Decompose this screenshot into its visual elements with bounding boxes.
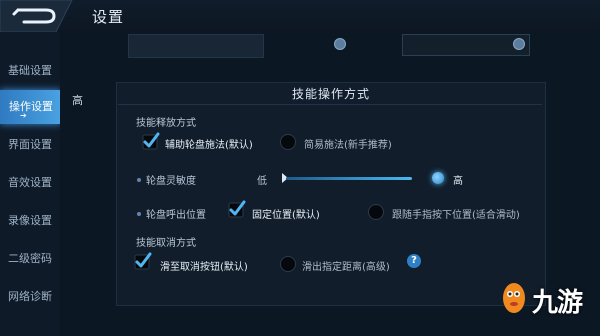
previous-option-panel [128,34,264,58]
sidebar-item-audio[interactable]: 音效设置 [0,166,60,200]
sidebar-item-replay[interactable]: 录像设置 [0,204,60,238]
checkbox-slide-cancel[interactable] [134,252,152,270]
checkbox-assist-wheel[interactable] [142,132,160,150]
cancel-mode-label: 技能取消方式 [136,238,196,249]
option-follow-finger[interactable]: 跟随手指按下位置(适合滑动) [392,206,520,221]
sensitivity-low-label: 低 [257,176,267,187]
info-dot-icon[interactable] [513,38,525,50]
bullet-icon [137,212,141,216]
sidebar-item-controls[interactable]: 操作设置 ➔ [0,90,62,124]
back-button[interactable] [0,0,78,32]
sensitivity-label: 轮盘灵敏度 [146,176,196,187]
radio-simple-cast[interactable] [280,134,296,150]
option-simple-cast[interactable]: 简易施法(新手推荐) [304,136,392,151]
option-assist-wheel[interactable]: 辅助轮盘施法(默认) [165,136,253,151]
previous-option-panel-right [402,34,530,56]
top-bar: 设置 [0,0,600,33]
logo-text: 九游 [532,288,583,318]
divider [118,104,542,105]
sidebar-item-label: 操作设置 [9,100,53,113]
help-icon[interactable]: ? [407,254,421,268]
release-mode-label: 技能释放方式 [136,118,196,129]
bullet-icon [137,178,141,182]
option-slide-distance[interactable]: 滑出指定距离(高级) [302,258,390,273]
sidebar-item-password[interactable]: 二级密码 [0,242,60,276]
info-dot-icon[interactable] [334,38,346,50]
option-slide-cancel[interactable]: 滑至取消按钮(默认) [160,258,248,273]
side-value-label: 高 [72,94,83,107]
radio-follow-finger[interactable] [368,204,384,220]
sensitivity-high-label: 高 [453,176,463,187]
cursor-icon: ➔ [20,111,27,120]
radio-slide-distance[interactable] [280,256,296,272]
panel-title: 技能操作方式 [291,87,370,101]
page-title: 设置 [92,8,125,26]
checkbox-fixed-position[interactable] [228,200,246,218]
sidebar: 基础设置 操作设置 ➔ 界面设置 音效设置 录像设置 二级密码 网络诊断 [0,32,62,336]
sensitivity-slider-track[interactable] [286,177,412,180]
sidebar-item-interface[interactable]: 界面设置 [0,128,60,162]
sensitivity-slider-handle[interactable] [432,172,444,184]
option-fixed-position[interactable]: 固定位置(默认) [252,206,320,221]
sidebar-item-network[interactable]: 网络诊断 [0,280,60,314]
wheel-position-label: 轮盘呼出位置 [146,210,206,221]
sidebar-item-basic[interactable]: 基础设置 [0,54,60,88]
